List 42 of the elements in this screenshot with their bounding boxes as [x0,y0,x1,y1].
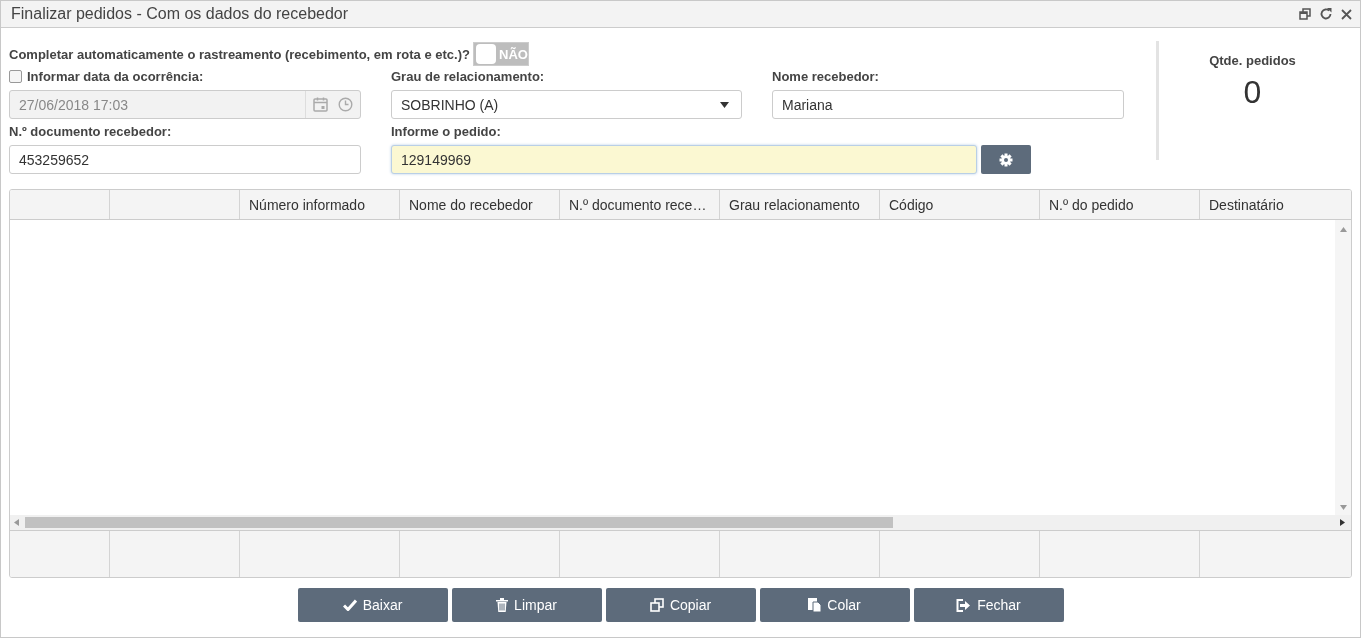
scroll-up-icon[interactable] [1339,227,1347,232]
order-count-value: 0 [1243,74,1262,111]
caret-icon [720,101,729,108]
relationship-dropdown[interactable]: SOBRINHO (A) [391,90,742,119]
close-icon[interactable] [1341,8,1352,20]
settings-button[interactable] [981,145,1031,174]
action-button[interactable]: Fechar [913,588,1064,622]
column-header[interactable]: Destinatário [1200,190,1351,219]
auto-complete-label: Completar automaticamente o rastreamento (recebimento, em rota e etc.)? [9,46,470,62]
column-header[interactable]: Grau relacionamento [720,190,880,219]
occurrence-date-label: Informar data da ocorrência: [27,69,204,84]
column-header[interactable]: N.º documento rece… [560,190,720,219]
receiver-name-label: Nome recebedor: [772,69,880,84]
scroll-left-icon[interactable] [14,519,19,526]
paste-icon [808,598,822,612]
settings-icon [999,152,1013,167]
window-title: Finalizar pedidos - Com os dados do recebedor [11,5,349,23]
horizontal-scrollbar[interactable] [10,515,1351,531]
receiver-document-field[interactable]: 453259652 [9,145,361,174]
scroll-right-icon[interactable] [1340,519,1345,526]
action-button[interactable]: Copiar [605,588,756,622]
scroll-down-icon[interactable] [1339,505,1347,510]
refresh-icon[interactable] [1319,7,1333,21]
action-button[interactable]: Baixar [297,588,448,622]
column-header[interactable]: Código [880,190,1040,219]
action-button[interactable]: Limpar [451,588,602,622]
check-icon [342,599,357,611]
action-button[interactable]: Colar [759,588,910,622]
order-count-label: Qtde. pedidos [1209,53,1296,68]
column-header[interactable]: Nome do recebedor [400,190,560,219]
order-label: Informe o pedido: [391,124,502,139]
order-field[interactable]: 129149969 [391,145,977,174]
restore-icon[interactable] [1299,8,1311,20]
relationship-label: Grau de relacionamento: [391,69,546,84]
column-header[interactable]: Número informado [240,190,400,219]
receiver-name-field[interactable]: Mariana [772,90,1124,119]
receiver-document-label: N.º documento recebedor: [9,124,173,139]
exit-icon [956,598,972,612]
trash-icon [496,598,509,612]
vertical-scrollbar[interactable] [1335,220,1351,515]
copy-icon [649,598,664,612]
column-header[interactable]: N.º do pedido [1040,190,1200,219]
